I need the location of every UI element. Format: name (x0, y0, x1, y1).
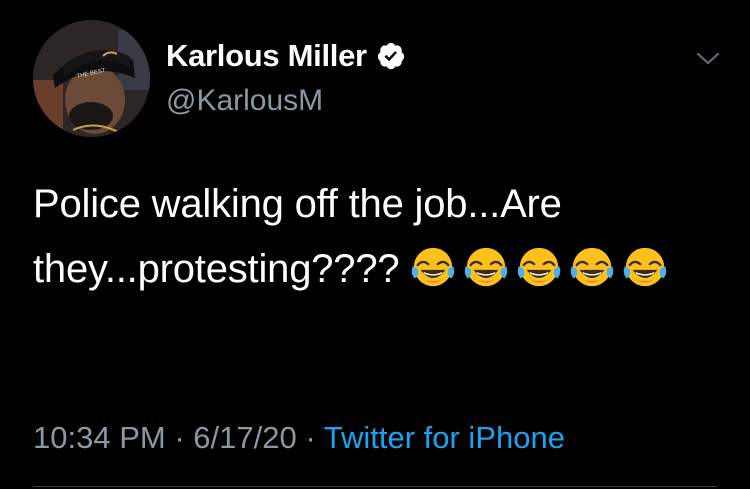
chevron-down-icon[interactable] (694, 50, 722, 68)
verified-badge-icon (377, 42, 404, 70)
tweet-time[interactable]: 10:34 PM (33, 420, 166, 455)
user-avatar[interactable]: THE BEST (33, 20, 150, 137)
face-with-tears-of-joy-icon (465, 247, 508, 287)
avatar-photo: THE BEST (33, 20, 150, 137)
tweet-source-link[interactable]: Twitter for iPhone (324, 420, 565, 455)
meta-separator: · (305, 420, 316, 455)
divider (33, 486, 717, 487)
emoji-group (410, 247, 675, 291)
tweet-date[interactable]: 6/17/20 (193, 420, 296, 455)
meta-separator: · (174, 420, 185, 455)
face-with-tears-of-joy-icon (412, 247, 455, 287)
author-display-name[interactable]: Karlous Miller (166, 38, 367, 74)
face-with-tears-of-joy-icon (571, 247, 614, 287)
tweet-text: Police walking off the job...Are they...… (33, 172, 713, 302)
author-handle[interactable]: @KarlousM (166, 84, 323, 118)
tweet-meta: 10:34 PM · 6/17/20 · Twitter for iPhone (33, 420, 565, 456)
face-with-tears-of-joy-icon (624, 247, 667, 287)
author-name-row[interactable]: Karlous Miller (166, 38, 406, 74)
face-with-tears-of-joy-icon (518, 247, 561, 287)
